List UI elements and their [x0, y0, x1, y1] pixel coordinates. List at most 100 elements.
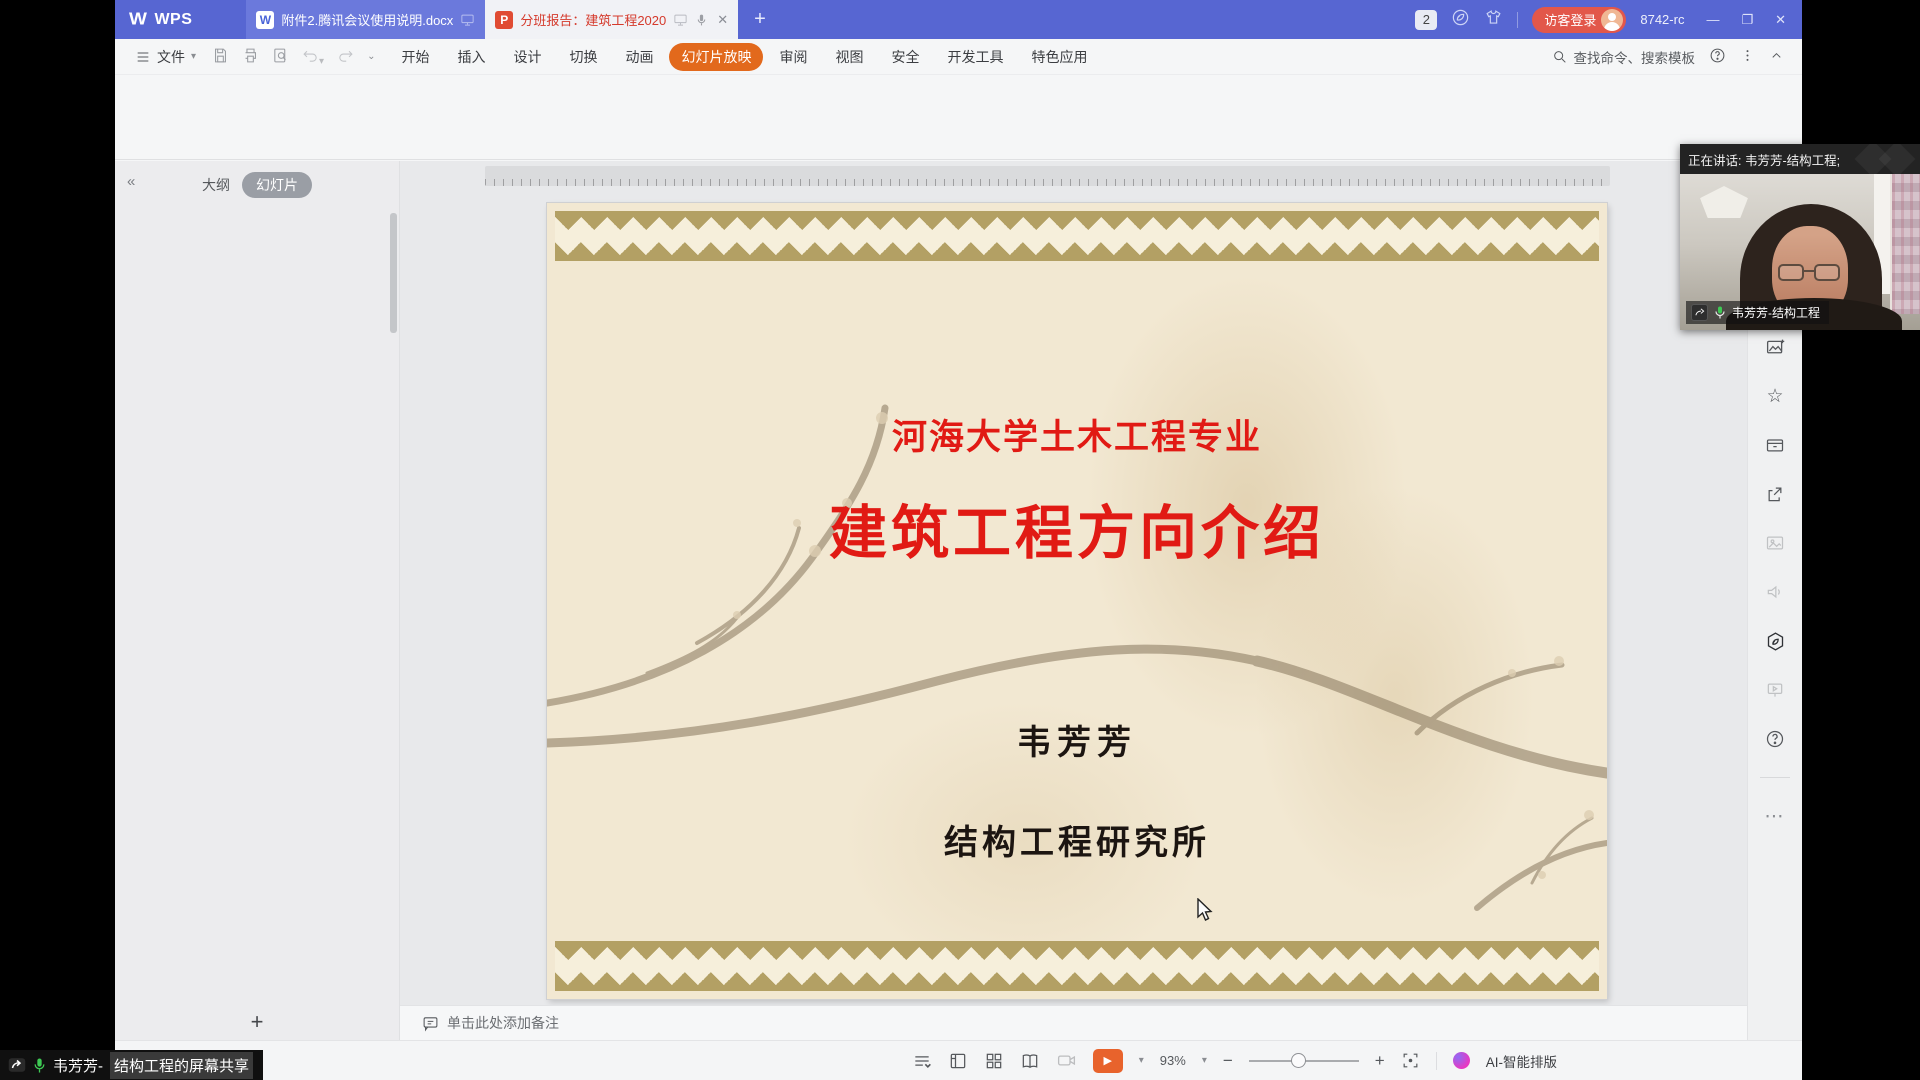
account-name[interactable]: 8742-rc [1640, 12, 1684, 27]
audio-tool-icon[interactable] [1764, 581, 1786, 603]
sharing-icon [1691, 304, 1708, 321]
ribbon-tab-视图[interactable]: 视图 [823, 43, 875, 71]
collapse-ribbon-icon[interactable] [1769, 48, 1784, 66]
tab-word-document[interactable]: W 附件2.腾讯会议使用说明.docx [246, 0, 485, 39]
ribbon-tab-安全[interactable]: 安全 [879, 43, 931, 71]
collapse-panel-icon[interactable]: « [127, 173, 135, 190]
new-tab-button[interactable]: + [738, 8, 782, 31]
play-slideshow-button[interactable]: ▶ [1093, 1049, 1123, 1073]
screen-share-badge[interactable]: 韦芳芳- 结构工程的屏幕共享 [0, 1050, 263, 1080]
window-count-badge[interactable]: 2 [1415, 10, 1437, 30]
zoom-slider[interactable] [1249, 1060, 1359, 1062]
toolbar-more-icon[interactable]: ⌄ [367, 51, 375, 62]
glasses-bridge [1803, 270, 1815, 272]
resource-box-icon[interactable] [1764, 434, 1786, 456]
ribbon-tab-开发工具[interactable]: 开发工具 [935, 43, 1015, 71]
thumbnail-scrollbar[interactable] [390, 213, 397, 333]
microphone-icon [695, 13, 708, 27]
ribbon-tab-特色应用[interactable]: 特色应用 [1019, 43, 1099, 71]
slide-panel: « 大纲 幻灯片 + [115, 161, 400, 1040]
shirt-icon[interactable] [1484, 8, 1503, 32]
add-slide-button[interactable]: + [115, 1004, 399, 1040]
play-options-caret[interactable]: ▾ [1139, 1055, 1144, 1066]
print-preview-icon[interactable] [272, 47, 289, 67]
slide-title: 建筑工程方向介绍 [547, 486, 1607, 570]
eco-leaf-badge-icon[interactable] [1764, 630, 1786, 652]
current-slide[interactable]: 河海大学土木工程专业 建筑工程方向介绍 韦芳芳 结构工程研究所 [547, 203, 1607, 999]
panel-header: « 大纲 幻灯片 [115, 161, 399, 209]
guest-login-label: 访客登录 [1544, 10, 1596, 29]
notes-comment-icon [422, 1015, 439, 1032]
more-menu-icon[interactable] [1740, 48, 1755, 66]
glasses-right-lens [1814, 264, 1840, 281]
guest-login-button[interactable]: 访客登录 [1532, 7, 1626, 33]
minimize-button[interactable]: — [1706, 12, 1719, 28]
print-icon[interactable] [242, 47, 259, 67]
ribbon-tab-审阅[interactable]: 审阅 [767, 43, 819, 71]
ribbon-tab-插入[interactable]: 插入 [445, 43, 497, 71]
ribbon-tabs: 开始插入设计切换动画幻灯片放映审阅视图安全开发工具特色应用 [389, 43, 1099, 71]
restore-button[interactable]: ❐ [1741, 12, 1753, 28]
slide-sorter-icon[interactable] [984, 1051, 1004, 1071]
tab-slides[interactable]: 幻灯片 [242, 172, 312, 198]
notes-placeholder: 单击此处添加备注 [447, 1013, 559, 1033]
help-circle-icon[interactable] [1764, 728, 1786, 750]
ai-layout-label[interactable]: AI-智能排版 [1486, 1051, 1557, 1071]
tab-ppt-document[interactable]: P 分班报告：建筑工程2020 ✕ [485, 0, 738, 39]
zoom-in-button[interactable]: + [1375, 1051, 1385, 1071]
mouse-cursor [1196, 898, 1214, 922]
wps-logo-text: WPS [154, 11, 192, 29]
webcam-video[interactable]: 韦芳芳-结构工程 [1680, 174, 1920, 330]
ribbon-tab-开始[interactable]: 开始 [389, 43, 441, 71]
share-export-icon[interactable] [1764, 483, 1786, 505]
wps-window: W WPS W 附件2.腾讯会议使用说明.docx P 分班报告：建筑工程202… [115, 0, 1802, 1080]
ruler [485, 166, 1610, 186]
curtain [1890, 174, 1920, 314]
tab-close-icon[interactable]: ✕ [715, 12, 728, 28]
command-search[interactable]: 查找命令、搜索模板 [1552, 47, 1696, 67]
favorites-star-icon[interactable]: ☆ [1764, 385, 1786, 407]
wps-logo[interactable]: W WPS [115, 9, 206, 31]
notes-toggle-icon[interactable] [912, 1051, 932, 1071]
undo-icon[interactable]: ▾ [302, 47, 324, 67]
slide-subtitle: 河海大学土木工程专业 [547, 409, 1607, 460]
close-button[interactable]: ✕ [1775, 12, 1786, 28]
speaking-text: 正在讲话: 韦芳芳-结构工程; [1688, 150, 1840, 169]
notes-bar[interactable]: 单击此处添加备注 [400, 1005, 1747, 1040]
zoom-percent[interactable]: 93% [1160, 1053, 1186, 1068]
zoom-slider-handle[interactable] [1291, 1053, 1306, 1068]
reading-view-icon[interactable] [1020, 1051, 1040, 1071]
help-icon[interactable] [1709, 47, 1726, 67]
ribbon-tab-设计[interactable]: 设计 [501, 43, 553, 71]
share-badge-name: 韦芳芳- [53, 1055, 103, 1076]
ribbon-tab-切换[interactable]: 切换 [557, 43, 609, 71]
leaf-icon[interactable] [1451, 8, 1470, 32]
redo-icon[interactable] [337, 47, 354, 67]
file-menu-button[interactable]: 文件 ▾ [115, 47, 206, 67]
picture-tool-icon[interactable] [1764, 532, 1786, 554]
glasses-left-lens [1778, 264, 1804, 281]
ribbon-tab-幻灯片放映[interactable]: 幻灯片放映 [669, 43, 763, 71]
save-icon[interactable] [212, 47, 229, 67]
record-video-icon[interactable] [1056, 1050, 1077, 1071]
watermark-diamond [1879, 144, 1916, 174]
insert-picture-icon[interactable] [1764, 336, 1786, 358]
avatar [1601, 9, 1623, 31]
ai-layout-icon[interactable] [1453, 1052, 1470, 1069]
menubar: 文件 ▾ ▾ ⌄ 开始插入设计切换动画幻灯片放映审阅视图安全开发工具特色应用 查… [115, 39, 1802, 75]
meeting-video-overlay[interactable]: 正在讲话: 韦芳芳-结构工程; 韦芳芳-结构工程 [1680, 144, 1920, 330]
share-badge-rest: 结构工程的屏幕共享 [110, 1052, 253, 1079]
thumbnail-list [115, 209, 399, 1004]
ribbon-tab-动画[interactable]: 动画 [613, 43, 665, 71]
more-tools-icon[interactable]: ⋯ [1764, 805, 1786, 827]
fit-screen-icon[interactable] [1401, 1051, 1420, 1070]
slideshow-tool-icon[interactable] [1764, 679, 1786, 701]
zoom-caret[interactable]: ▾ [1202, 1055, 1207, 1066]
share-arrow-icon [8, 1056, 26, 1074]
normal-view-icon[interactable] [948, 1051, 968, 1071]
file-menu-label: 文件 [157, 47, 185, 67]
slideshow-toolbar [115, 75, 1802, 160]
tab-outline[interactable]: 大纲 [202, 175, 230, 195]
slide-canvas: 河海大学土木工程专业 建筑工程方向介绍 韦芳芳 结构工程研究所 单击此处添加备注 [400, 161, 1747, 1040]
zoom-out-button[interactable]: − [1223, 1051, 1233, 1071]
